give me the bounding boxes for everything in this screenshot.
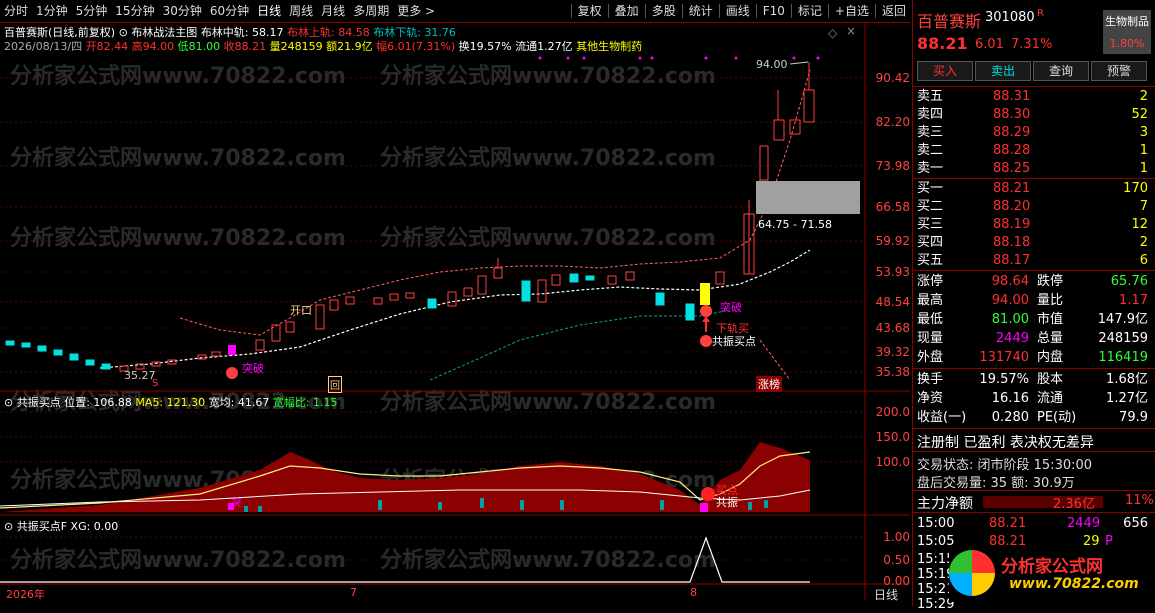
signal-ball — [226, 367, 238, 379]
breakout-candle — [228, 345, 236, 355]
stat-row: 外盘 131740 内盘 116419 — [917, 350, 1148, 365]
price-tick: 59.92 — [875, 234, 910, 248]
gap-box — [756, 181, 860, 214]
logo-url: www.70822.com — [1009, 576, 1139, 592]
logo-title: 分析家公式网 — [1001, 557, 1103, 577]
sector-pct: 1.80% — [1109, 37, 1145, 50]
resonance-buy-label: 共振买点 — [712, 335, 756, 348]
quote-panel: 百普赛斯 301080 R 生物制品 1.80% 88.21 6.01 7.31… — [912, 0, 1155, 612]
sub-tag-breakout: 突 — [232, 498, 242, 509]
main-flow-label: 主力净额 — [917, 496, 973, 512]
highlight-candle — [700, 283, 710, 305]
chevron-down-icon[interactable]: ⊙ — [4, 396, 13, 409]
bid-row: 买一 88.21 170 — [917, 181, 1148, 196]
price-tick: 82.20 — [875, 115, 910, 129]
ask-row: 卖五 88.31 2 — [917, 89, 1148, 104]
sub1-tick: 150.0 — [875, 430, 910, 444]
open-tag: 开口 — [290, 304, 312, 317]
after-hours: 盘后交易量: 35 额: 30.9万 — [917, 476, 1075, 491]
q-tag: 回 — [328, 376, 342, 393]
r-mark: R — [1037, 8, 1044, 19]
query-button[interactable]: 查询 — [1033, 61, 1089, 81]
sub1-ma5: MA5: 121.30 — [135, 396, 206, 409]
ask-row: 卖二 88.28 1 — [917, 143, 1148, 158]
sub-tag-resonance: 共振 — [716, 496, 738, 509]
sub1-width: 宽均: 41.67 — [208, 396, 270, 409]
price-tick: 66.58 — [875, 200, 910, 214]
sell-button[interactable]: 卖出 — [975, 61, 1031, 81]
last-price: 88.21 — [917, 34, 968, 53]
bid-row: 买二 88.20 7 — [917, 199, 1148, 214]
pinwheel-icon — [949, 550, 995, 596]
sub2-tick: 0.50 — [883, 553, 910, 567]
price-tick: 35.38 — [875, 365, 910, 379]
stock-code: 301080 — [985, 10, 1035, 25]
sub2-title[interactable]: 共振买点F — [17, 520, 67, 533]
registration-info: 注册制 已盈利 表决权无差异 — [917, 435, 1094, 451]
sub1-pos: 位置: 106.88 — [64, 396, 132, 409]
price-tick: 90.42 — [875, 71, 910, 85]
trading-status: 交易状态: 闭市阶段 15:30:00 — [917, 458, 1093, 473]
bid-row: 买三 88.19 12 — [917, 217, 1148, 232]
stat-row: 最高 94.00 量比 1.17 — [917, 293, 1148, 308]
sub1-ratio: 宽幅比: 1.15 — [272, 396, 338, 409]
alert-button[interactable]: 预警 — [1091, 61, 1147, 81]
sector-name: 生物制品 — [1105, 15, 1149, 28]
stock-name: 百普赛斯 — [917, 12, 982, 31]
sub1-tick: 100.0 — [875, 455, 910, 469]
site-logo: 分析家公式网 www.70822.com — [949, 548, 1154, 602]
stat-row: 现量 2449 总量 248159 — [917, 331, 1148, 346]
breakout-label: 突破 — [242, 362, 264, 375]
ask-row: 卖三 88.29 3 — [917, 125, 1148, 140]
price-tick: 73.98 — [875, 159, 910, 173]
stat-row: 换手 19.57% 股本 1.68亿 — [917, 372, 1148, 387]
time-tick: 2026年 — [6, 588, 45, 601]
sub1-header: ⊙ 共振买点 位置: 106.88 MA5: 121.30 宽均: 41.67 … — [4, 394, 338, 410]
main-flow-value: 2.36亿 — [1053, 497, 1095, 512]
ask-row: 卖四 88.30 52 — [917, 107, 1148, 122]
sub1-title[interactable]: 共振买点 — [17, 396, 61, 409]
period-indicator[interactable]: 日线 — [874, 586, 898, 603]
stat-row: 收益(一) 0.280 PE(动) 79.9 — [917, 410, 1148, 425]
main-flow-pct: 11% — [1125, 493, 1154, 508]
bid-row: 买四 88.18 2 — [917, 235, 1148, 250]
sub2-xg: XG: 0.00 — [70, 520, 119, 533]
sub1-tick: 200.0 — [875, 405, 910, 419]
stat-row: 净资 16.16 流通 1.27亿 — [917, 391, 1148, 406]
bid-row: 买五 88.17 6 — [917, 253, 1148, 268]
stat-row: 最低 81.00 市值 147.9亿 — [917, 312, 1148, 327]
price-tick: 53.93 — [875, 265, 910, 279]
time-tick: 8 — [690, 586, 697, 599]
limit-tag: 涨榜 — [756, 376, 782, 392]
buy-button[interactable]: 买入 — [917, 61, 973, 81]
price-change: 6.01 — [975, 37, 1004, 52]
kline-chart — [0, 22, 910, 600]
signal-ball — [700, 335, 712, 347]
high-mark: 94.00 — [756, 58, 788, 71]
signal-ball — [700, 305, 712, 317]
price-change-pct: 7.31% — [1011, 37, 1053, 52]
tick-row: 15:00 88.21 2449 656 — [917, 516, 1148, 531]
time-tick: 7 — [350, 586, 357, 599]
stat-row: 涨停 98.64 跌停 65.76 — [917, 274, 1148, 289]
price-tick: 43.68 — [875, 321, 910, 335]
gap-range: 64.75 - 71.58 — [758, 218, 832, 231]
sector-badge[interactable]: 生物制品 1.80% — [1103, 10, 1151, 54]
price-tick: 39.32 — [875, 345, 910, 359]
ask-row: 卖一 88.25 1 — [917, 161, 1148, 176]
chevron-down-icon[interactable]: ⊙ — [4, 520, 13, 533]
breakout-label: 突破 — [720, 301, 742, 314]
sub2-header: ⊙ 共振买点F XG: 0.00 — [4, 518, 118, 534]
price-tick: 48.54 — [875, 295, 910, 309]
s-tag: S — [152, 378, 159, 389]
sub2-tick: 1.00 — [883, 530, 910, 544]
low-mark: 35.27 — [124, 369, 156, 382]
